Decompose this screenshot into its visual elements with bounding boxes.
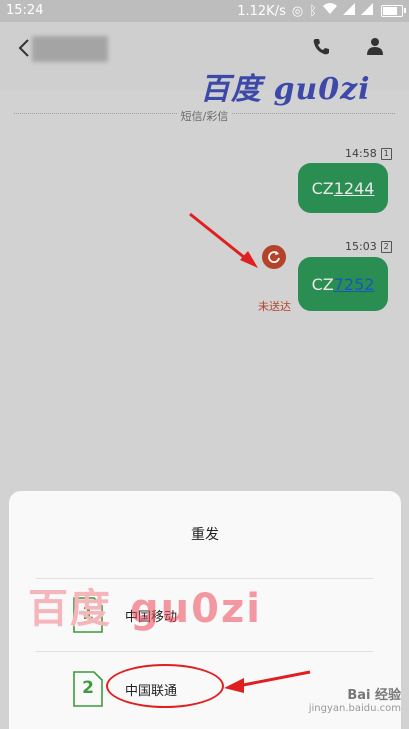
watermark-bottom: Bai 经验 — [347, 688, 401, 703]
annotation-arrow-bottom — [224, 670, 311, 693]
watermark-url: jingyan.baidu.com — [308, 703, 401, 714]
